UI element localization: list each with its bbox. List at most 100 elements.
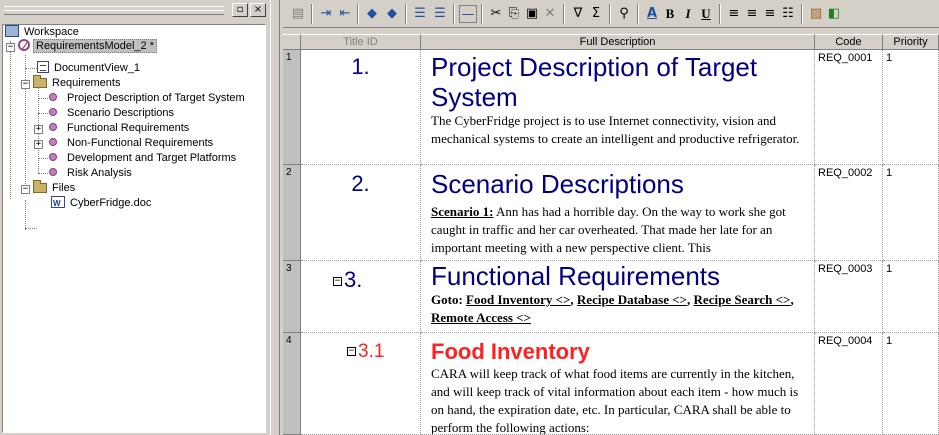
italic-icon[interactable]: I <box>679 5 697 23</box>
column-header-priority[interactable]: Priority <box>883 34 939 50</box>
code-cell[interactable]: REQ_0002 <box>815 165 883 261</box>
description-cell[interactable]: Scenario Descriptions Scenario 1: Ann ha… <box>421 165 815 261</box>
row-number[interactable]: 1 <box>283 50 301 165</box>
collapse-toggle[interactable]: − <box>21 80 30 89</box>
sum-icon[interactable]: Σ <box>587 5 605 23</box>
title-number: 1. <box>351 54 370 79</box>
code-cell[interactable]: REQ_0004 <box>815 333 883 435</box>
expand-toggle[interactable]: + <box>34 125 43 134</box>
align-right-icon[interactable]: ≡ <box>761 5 779 23</box>
arrow-left-icon[interactable]: ◆ <box>363 5 381 23</box>
copy-icon[interactable]: ⎘ <box>505 5 523 23</box>
delete-icon[interactable]: ✕ <box>541 5 559 23</box>
row-number[interactable]: 3 <box>283 261 301 333</box>
toolbar-separator <box>563 4 565 24</box>
tree-item-workspace[interactable]: Workspace <box>5 25 81 40</box>
align-center-icon[interactable]: ☰ <box>431 5 449 23</box>
requirement-bullet-icon <box>49 93 57 101</box>
align-left-icon[interactable]: ☰ <box>411 5 429 23</box>
tree-item-files[interactable]: Files <box>33 180 77 196</box>
panel-grip[interactable] <box>4 6 224 15</box>
tree-item-requirement[interactable]: Project Description of Target System <box>47 91 247 106</box>
title-number: 3. <box>344 267 363 292</box>
tree-line <box>10 41 11 199</box>
app-window: ▫ × Workspace − RequirementsModel_2 * Do… <box>0 0 939 435</box>
tree-item-file[interactable]: CyberFridge.doc <box>51 196 153 211</box>
description-cell[interactable]: Project Description of Target System The… <box>421 50 815 165</box>
filter-icon[interactable]: ∇ <box>569 5 587 23</box>
column-header-title-id[interactable]: Title ID <box>301 34 421 50</box>
image-icon[interactable]: ▨ <box>807 5 825 23</box>
requirement-heading: Scenario Descriptions <box>431 169 684 199</box>
tree-item-requirement[interactable]: Development and Target Platforms <box>47 151 238 166</box>
priority-cell[interactable]: 1 <box>883 261 939 333</box>
title-id-cell[interactable]: 2. <box>301 165 421 261</box>
code-cell[interactable]: REQ_0001 <box>815 50 883 165</box>
collapse-toggle[interactable]: − <box>333 277 342 286</box>
paste-icon[interactable]: ▣ <box>523 5 541 23</box>
collapse-toggle[interactable]: − <box>21 185 30 194</box>
column-header-code[interactable]: Code <box>815 34 883 50</box>
goto-links: Goto: Food Inventory <>, Recipe Database… <box>431 292 794 325</box>
tree-line <box>25 228 37 229</box>
requirement-bullet-icon <box>49 168 57 176</box>
cut-icon[interactable]: ✂ <box>487 5 505 23</box>
code-cell[interactable]: REQ_0003 <box>815 261 883 333</box>
bullets-icon[interactable]: ☷ <box>779 5 797 23</box>
bold-icon[interactable]: B <box>661 5 679 23</box>
title-id-cell[interactable]: 1. <box>301 50 421 165</box>
line-icon[interactable]: — <box>459 5 477 23</box>
collapse-toggle[interactable]: − <box>347 347 356 356</box>
workspace-tree[interactable]: Workspace − RequirementsModel_2 * Docume… <box>2 24 266 433</box>
tree-item-requirement[interactable]: Risk Analysis <box>47 166 134 181</box>
requirements-grid: Title ID Full Description Code Priority … <box>283 34 939 435</box>
properties-icon[interactable]: ▤ <box>289 5 307 23</box>
link-remote-access[interactable]: Remote Access <> <box>431 310 531 325</box>
align-justify-icon[interactable]: ≡ <box>725 5 743 23</box>
tree-item-requirement[interactable]: Scenario Descriptions <box>47 106 176 121</box>
workspace-panel: ▫ × Workspace − RequirementsModel_2 * Do… <box>0 0 270 435</box>
insert-col-icon[interactable]: ⇤ <box>336 5 354 23</box>
requirement-text: CARA will keep track of what food items … <box>431 366 799 435</box>
requirement-heading: Food Inventory <box>431 339 590 364</box>
goto-label: Goto: <box>431 292 463 307</box>
document-panel: ▤ ⇥ ⇤ ◆ ◆ ☰ ☰ — ✂ ⎘ ▣ ✕ ∇ Σ ⚲ A B I U ≡ … <box>283 0 939 435</box>
tree-item-requirement[interactable]: Functional Requirements <box>47 121 191 136</box>
priority-cell[interactable]: 1 <box>883 333 939 435</box>
expand-toggle[interactable]: + <box>34 140 43 149</box>
link-recipe-search[interactable]: Recipe Search <> <box>694 292 791 307</box>
description-cell[interactable]: Functional Requirements Goto: Food Inven… <box>421 261 815 333</box>
row-number[interactable]: 2 <box>283 165 301 261</box>
tree-item-document-view[interactable]: DocumentView_1 <box>37 61 142 76</box>
export-icon[interactable]: ◧ <box>825 5 843 23</box>
toolbar-separator <box>405 4 407 24</box>
link-recipe-database[interactable]: Recipe Database <> <box>577 292 687 307</box>
row-number[interactable]: 4 <box>283 333 301 435</box>
tree-item-requirements[interactable]: Requirements <box>33 75 122 91</box>
folder-icon <box>33 75 47 88</box>
pane-splitter[interactable] <box>270 0 280 435</box>
column-header-full-description[interactable]: Full Description <box>421 34 815 50</box>
description-cell[interactable]: Food Inventory CARA will keep track of w… <box>421 333 815 435</box>
priority-cell[interactable]: 1 <box>883 50 939 165</box>
insert-row-icon[interactable]: ⇥ <box>317 5 335 23</box>
title-id-cell[interactable]: −3. <box>301 261 421 333</box>
collapse-toggle[interactable]: − <box>6 43 15 52</box>
link-food-inventory[interactable]: Food Inventory <> <box>466 292 570 307</box>
scenario-label: Scenario 1: <box>431 204 494 219</box>
find-icon[interactable]: ⚲ <box>615 5 633 23</box>
priority-cell[interactable]: 1 <box>883 165 939 261</box>
requirement-bullet-icon <box>49 108 57 116</box>
arrow-right-icon[interactable]: ◆ <box>383 5 401 23</box>
align-center2-icon[interactable]: ≡ <box>743 5 761 23</box>
restore-button[interactable]: ▫ <box>232 3 248 17</box>
close-button[interactable]: × <box>250 3 266 17</box>
tree-item-requirement[interactable]: Non-Functional Requirements <box>47 136 215 151</box>
font-color-icon[interactable]: A <box>643 5 661 23</box>
underline-icon[interactable]: U <box>697 5 715 23</box>
title-id-cell[interactable]: −3.1 <box>301 333 421 435</box>
toolbar-separator <box>311 4 313 24</box>
requirement-text: The CyberFridge project is to use Intern… <box>431 113 800 146</box>
tree-item-model[interactable]: RequirementsModel_2 * <box>18 39 158 54</box>
panel-titlebar: ▫ × <box>0 0 270 22</box>
